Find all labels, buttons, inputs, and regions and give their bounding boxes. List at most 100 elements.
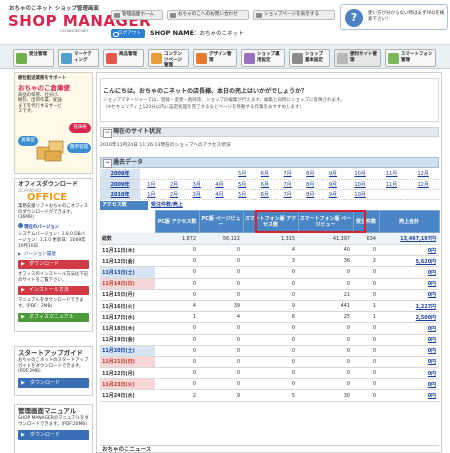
month-cell[interactable]: 3月 <box>185 179 209 190</box>
tab-access-count[interactable]: アクセス数 <box>100 201 148 210</box>
month-cell[interactable]: 11月 <box>375 179 408 190</box>
office-manual-button[interactable]: オフィスマニュアル <box>18 312 89 322</box>
month-link[interactable]: 11月 <box>386 171 397 177</box>
month-link[interactable]: 9月 <box>329 182 337 188</box>
nav-tab-smartphone[interactable]: スマートフォン管理 <box>385 49 436 67</box>
nav-tab-content[interactable]: コンテンツページ管理 <box>148 49 189 68</box>
month-link[interactable]: 8月 <box>306 182 314 188</box>
month-cell[interactable]: 10月 <box>344 169 376 180</box>
month-cell[interactable]: 5月 <box>230 179 254 190</box>
month-link[interactable]: 10月 <box>354 182 365 188</box>
month-cell[interactable]: 11月 <box>375 169 408 180</box>
month-link[interactable]: 9月 <box>329 192 337 198</box>
month-cell[interactable]: 1月 <box>140 179 163 190</box>
nav-tab-operation[interactable]: ショップ運用設定 <box>241 49 285 67</box>
month-link[interactable]: 2月 <box>170 192 178 198</box>
month-cell[interactable]: 10月 <box>344 179 376 190</box>
nav-tab-product[interactable]: 商品管理 <box>103 49 144 67</box>
month-cell[interactable]: 12月 <box>407 169 439 180</box>
site-status-header[interactable]: 現在のサイト状況 <box>100 127 439 138</box>
logout-button[interactable]: ログアウト <box>111 29 145 38</box>
row-sales-link[interactable]: 0円 <box>428 393 436 399</box>
view-shop-button[interactable]: ショップページを表示する <box>253 10 335 20</box>
month-cell[interactable]: 3月 <box>185 189 209 200</box>
row-sales-link[interactable]: 1,227円 <box>416 304 436 310</box>
month-link[interactable]: 4月 <box>215 192 223 198</box>
nav-tab-design[interactable]: デザイン管理 <box>193 49 237 67</box>
month-cell[interactable]: 5月 <box>230 189 254 200</box>
row-sales-link[interactable]: 0円 <box>428 382 436 388</box>
month-cell[interactable]: 12月 <box>407 179 439 190</box>
month-link[interactable]: 3月 <box>193 192 201 198</box>
month-cell[interactable]: 2月 <box>162 189 186 200</box>
month-link[interactable]: 7月 <box>283 192 291 198</box>
month-link[interactable]: 12月 <box>418 182 429 188</box>
month-cell[interactable]: 7月 <box>276 189 299 200</box>
month-cell[interactable]: 8月 <box>298 179 322 190</box>
month-link[interactable]: 9月 <box>329 171 337 177</box>
past-data-header[interactable]: 過去データ <box>100 157 439 168</box>
month-link[interactable]: 4月 <box>215 182 223 188</box>
month-link[interactable]: 5月 <box>238 192 246 198</box>
year-link[interactable]: 2010年 <box>100 189 140 200</box>
row-sales-link[interactable]: 0円 <box>428 270 436 276</box>
nav-tab-tools[interactable]: 便利サイト管理 <box>334 49 381 67</box>
month-link[interactable]: 1月 <box>147 192 155 198</box>
month-cell[interactable]: 8月 <box>298 169 322 180</box>
row-sales-link[interactable]: 0円 <box>428 348 436 354</box>
month-link[interactable]: 5月 <box>238 171 246 177</box>
row-sales-link[interactable]: 0円 <box>428 337 436 343</box>
faq-help-box[interactable]: ? 使い方が分からない時はまずFAQを検索下さい！ <box>340 4 448 30</box>
year-link[interactable]: 2009年 <box>100 179 140 190</box>
month-link[interactable]: 12月 <box>418 171 429 177</box>
month-cell[interactable]: 10月 <box>344 189 376 200</box>
year-link[interactable]: 2008年 <box>100 169 140 180</box>
month-cell[interactable]: 9月 <box>321 179 345 190</box>
month-cell[interactable]: 9月 <box>321 169 345 180</box>
month-cell[interactable]: 4月 <box>208 189 231 200</box>
month-link[interactable]: 10月 <box>354 192 365 198</box>
month-link[interactable]: 1月 <box>147 182 155 188</box>
month-link[interactable]: 8月 <box>306 192 314 198</box>
row-sales-link[interactable]: 0円 <box>428 359 436 365</box>
month-link[interactable]: 6月 <box>261 192 269 198</box>
month-link[interactable]: 10月 <box>354 171 365 177</box>
month-link[interactable]: 11月 <box>386 182 397 188</box>
nav-tab-order[interactable]: 受注管理 <box>13 49 54 67</box>
month-cell[interactable]: 6月 <box>253 189 277 200</box>
nav-tab-marketing[interactable]: マーケティング <box>58 49 99 67</box>
month-cell[interactable]: 7月 <box>276 179 299 190</box>
month-link[interactable]: 3月 <box>193 182 201 188</box>
row-sales-link[interactable]: 0円 <box>428 326 436 332</box>
month-cell[interactable]: 4月 <box>208 179 231 190</box>
month-link[interactable]: 8月 <box>306 171 314 177</box>
admin-home-button[interactable]: 管理画面ホーム <box>111 10 163 20</box>
version-history-link[interactable]: バージョン履歴 <box>15 250 92 258</box>
nav-tab-basic[interactable]: ショップ基本設定 <box>289 49 330 67</box>
month-cell[interactable]: 6月 <box>253 179 277 190</box>
month-cell[interactable]: 6月 <box>253 169 277 180</box>
row-sales-link[interactable]: 0円 <box>428 371 436 377</box>
month-link[interactable]: 7月 <box>283 182 291 188</box>
month-link[interactable]: 7月 <box>283 171 291 177</box>
admin-manual-download-button[interactable]: ダウンロード <box>18 430 89 441</box>
row-sales-link[interactable]: 0円 <box>428 248 436 254</box>
month-cell[interactable]: 8月 <box>298 189 322 200</box>
install-guide-button[interactable]: インストール方法 <box>18 286 89 296</box>
month-cell[interactable]: 9月 <box>321 189 345 200</box>
month-cell[interactable]: 1月 <box>140 189 163 200</box>
row-sales-link[interactable]: 0円 <box>428 281 436 287</box>
tab-orders-sales[interactable]: 受注件数/売上 <box>148 201 198 210</box>
warehouse-ad[interactable]: 梱包配送業務をサポート おちゃのこ倉庫便 商品の保管、仕分け、梱包、出荷作業、配… <box>14 72 93 174</box>
month-link[interactable]: 6月 <box>261 182 269 188</box>
row-sales-link[interactable]: 0円 <box>428 292 436 298</box>
month-link[interactable]: 2月 <box>170 182 178 188</box>
month-cell[interactable]: 2月 <box>162 179 186 190</box>
month-link[interactable]: 5月 <box>238 182 246 188</box>
month-cell[interactable]: 5月 <box>230 169 254 180</box>
row-sales-link[interactable]: 2,500円 <box>416 315 436 321</box>
row-sales-link[interactable]: 5,620円 <box>416 259 436 265</box>
startup-guide-download-button[interactable]: ダウンロード <box>18 377 89 388</box>
contact-button[interactable]: おちゃのこへのお問い合わせ <box>167 10 249 20</box>
month-cell[interactable]: 7月 <box>276 169 299 180</box>
